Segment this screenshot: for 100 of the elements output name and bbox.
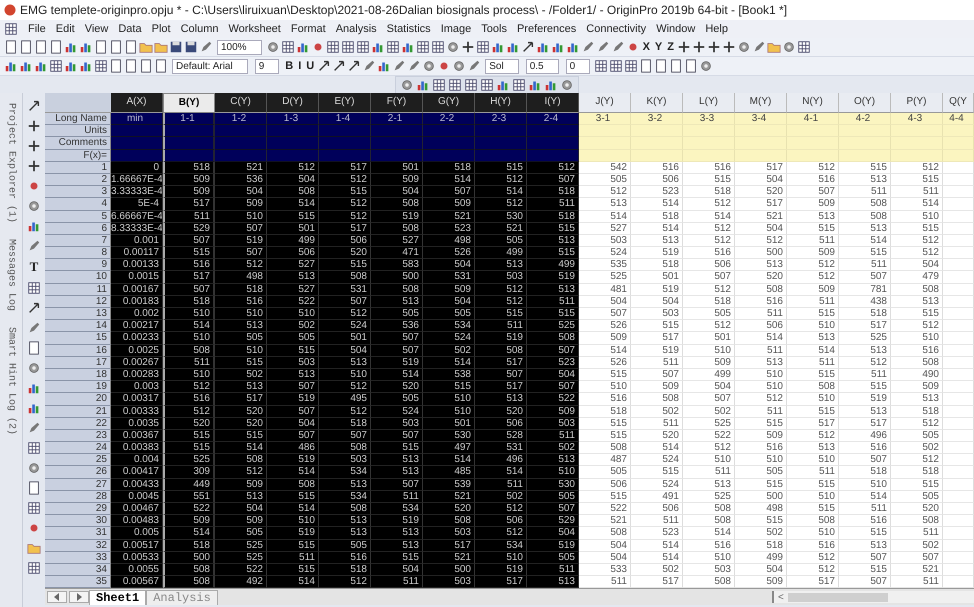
row-number[interactable]: 18 xyxy=(45,368,111,382)
side-panel-tab[interactable]: Messages Log xyxy=(6,235,16,316)
grid-icon[interactable] xyxy=(512,78,526,92)
page-icon[interactable] xyxy=(34,40,48,54)
grid-icon[interactable] xyxy=(480,78,494,92)
previous-sheet-icon[interactable] xyxy=(47,591,67,604)
row-number[interactable]: 26 xyxy=(45,466,111,479)
page-icon[interactable] xyxy=(27,341,41,355)
row-label[interactable]: Units xyxy=(45,125,111,138)
row-number[interactable]: 6 xyxy=(45,222,111,235)
column-header[interactable]: A(X) xyxy=(111,93,163,113)
column-header[interactable]: D(Y) xyxy=(267,93,319,113)
side-panel-tab[interactable]: Smart Hint Log (2) xyxy=(6,323,16,440)
row-number[interactable]: 7 xyxy=(45,234,111,248)
column-header[interactable]: Q(Y xyxy=(943,93,974,113)
pen-icon[interactable] xyxy=(407,59,422,73)
row-number[interactable]: 2 xyxy=(45,174,111,186)
menu-item[interactable]: Edit xyxy=(56,23,75,35)
corner-cell[interactable] xyxy=(45,93,111,113)
arrow-icon[interactable] xyxy=(347,59,362,73)
grid-icon[interactable] xyxy=(27,281,41,295)
next-sheet-icon[interactable] xyxy=(69,591,89,604)
page-icon[interactable] xyxy=(669,59,684,73)
row-number[interactable]: 11 xyxy=(45,284,111,296)
grid-icon[interactable] xyxy=(280,40,295,54)
grid-icon[interactable] xyxy=(416,40,430,54)
pen-icon[interactable] xyxy=(27,321,41,335)
column-header[interactable]: P(Y) xyxy=(891,93,943,113)
grid-icon[interactable] xyxy=(27,561,41,575)
column-header[interactable]: F(Y) xyxy=(371,93,423,113)
row-number[interactable]: 14 xyxy=(45,320,111,332)
row-number[interactable]: 22 xyxy=(45,418,111,430)
row-number[interactable]: 21 xyxy=(45,406,111,418)
grid-icon[interactable] xyxy=(609,59,624,73)
page-icon[interactable] xyxy=(124,59,138,73)
column-header[interactable]: I(Y) xyxy=(527,93,579,113)
pen-icon[interactable] xyxy=(27,421,41,435)
arrow-icon[interactable] xyxy=(332,59,346,73)
menu-item[interactable]: Worksheet xyxy=(228,23,281,35)
grid-icon[interactable] xyxy=(797,40,811,54)
grid-icon[interactable] xyxy=(326,40,340,54)
row-number[interactable]: 15 xyxy=(45,332,111,345)
row-number[interactable]: 19 xyxy=(45,381,111,394)
menu-item[interactable]: Statistics xyxy=(386,23,431,35)
grid-icon[interactable] xyxy=(340,40,355,54)
grid-icon[interactable] xyxy=(94,59,108,73)
menu-item[interactable]: Column xyxy=(180,23,218,35)
pen-icon[interactable] xyxy=(362,59,376,73)
menu-item[interactable]: File xyxy=(28,23,46,35)
row-number[interactable]: 29 xyxy=(45,503,111,516)
grid-icon[interactable] xyxy=(624,59,638,73)
toolbar-dropdown[interactable]: 100% xyxy=(217,40,262,54)
column-header[interactable]: K(Y) xyxy=(631,93,683,113)
page-icon[interactable] xyxy=(49,40,63,54)
plus-icon[interactable] xyxy=(27,159,41,173)
menu-item[interactable]: Format xyxy=(290,23,326,35)
page-icon[interactable] xyxy=(654,59,668,73)
column-header[interactable]: H(Y) xyxy=(475,93,527,113)
plus-icon[interactable] xyxy=(677,40,691,54)
grid-icon[interactable] xyxy=(49,59,63,73)
column-header[interactable]: M(Y) xyxy=(735,93,787,113)
menu-item[interactable]: Window xyxy=(656,23,696,35)
grid-icon[interactable] xyxy=(476,40,490,54)
grid-icon[interactable] xyxy=(448,78,462,92)
toolbar-button[interactable]: I xyxy=(296,60,304,72)
grid-icon[interactable] xyxy=(430,40,445,54)
grid-icon[interactable] xyxy=(356,40,370,54)
menu-item[interactable]: Analysis xyxy=(336,23,377,35)
pen-icon[interactable] xyxy=(596,40,610,54)
column-header[interactable]: L(Y) xyxy=(683,93,735,113)
row-number[interactable]: 25 xyxy=(45,454,111,466)
row-label[interactable]: Long Name xyxy=(45,113,111,126)
grid-icon[interactable] xyxy=(386,40,400,54)
row-number[interactable]: 30 xyxy=(45,515,111,528)
column-header[interactable]: B(Y) xyxy=(163,93,215,113)
menu-item[interactable]: Help xyxy=(705,23,728,35)
row-number[interactable]: 32 xyxy=(45,540,111,552)
grid-icon[interactable] xyxy=(27,441,41,455)
plus-icon[interactable] xyxy=(692,40,706,54)
pen-icon[interactable] xyxy=(27,239,41,253)
row-number[interactable]: 13 xyxy=(45,308,111,320)
grid-icon[interactable] xyxy=(27,501,41,515)
column-header[interactable]: E(Y) xyxy=(319,93,371,113)
horizontal-scrollbar[interactable]: < xyxy=(772,591,974,604)
menu-item[interactable]: Connectivity xyxy=(586,23,646,35)
plus-icon[interactable] xyxy=(27,139,41,153)
menu-item[interactable]: Image xyxy=(440,23,472,35)
pen-icon[interactable] xyxy=(610,40,625,54)
column-header[interactable]: N(Y) xyxy=(787,93,839,113)
toolbar-dropdown[interactable]: 0 xyxy=(566,58,590,74)
arrow-icon[interactable] xyxy=(27,301,41,315)
side-panel-tab[interactable]: Project Explorer (1) xyxy=(6,99,16,228)
folder-icon[interactable] xyxy=(27,541,41,555)
page-icon[interactable] xyxy=(154,59,168,73)
menu-item[interactable]: Plot xyxy=(152,23,171,35)
menu-item[interactable]: Data xyxy=(118,23,142,35)
toolbar-dropdown[interactable]: 9 xyxy=(254,58,280,74)
row-number[interactable]: 1 xyxy=(45,162,111,174)
toolbar-dropdown[interactable]: Default: Arial xyxy=(172,58,248,74)
page-icon[interactable] xyxy=(19,40,33,54)
